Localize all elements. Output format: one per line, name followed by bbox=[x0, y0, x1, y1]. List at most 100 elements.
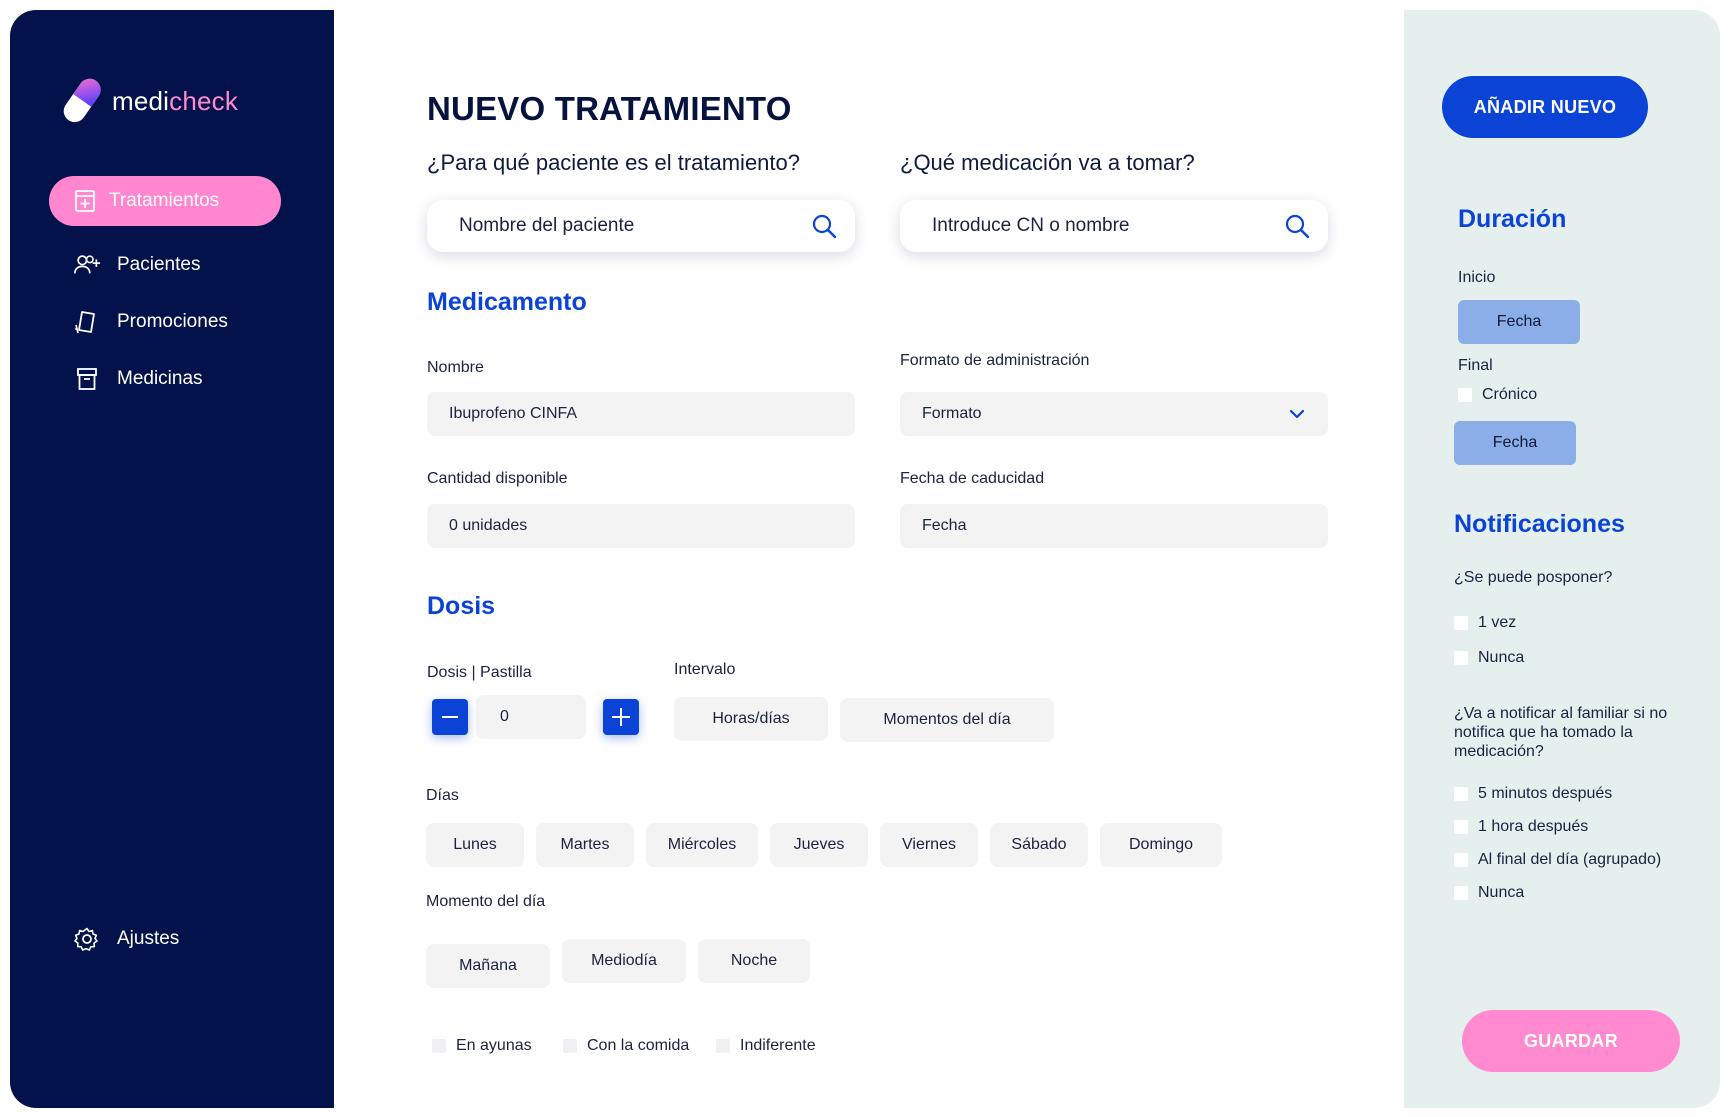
save-button[interactable]: GUARDAR bbox=[1462, 1010, 1680, 1072]
cronico-option[interactable]: Crónico bbox=[1458, 386, 1537, 404]
nombre-field[interactable]: Ibuprofeno CINFA bbox=[427, 392, 855, 436]
checkbox[interactable] bbox=[1454, 616, 1468, 630]
formato-value: Formato bbox=[922, 405, 982, 422]
medication-question: ¿Qué medicación va a tomar? bbox=[900, 150, 1195, 175]
intervalo-option-momentos[interactable]: Momentos del día bbox=[840, 698, 1054, 742]
comida-option-label: En ayunas bbox=[456, 1037, 532, 1054]
checkbox[interactable] bbox=[1454, 820, 1468, 834]
patient-question: ¿Para qué paciente es el tratamiento? bbox=[427, 150, 801, 175]
final-label: Final bbox=[1458, 357, 1493, 374]
increment-button[interactable] bbox=[603, 699, 639, 735]
archive-box-icon bbox=[73, 365, 101, 393]
sidebar-item-pacientes[interactable]: Pacientes bbox=[49, 240, 281, 290]
comida-option-label: Indiferente bbox=[740, 1037, 816, 1054]
familiar-option-final-dia[interactable]: Al final del día (agrupado) bbox=[1454, 851, 1661, 869]
checkbox[interactable] bbox=[1454, 886, 1468, 900]
sidebar-item-tratamientos[interactable]: Tratamientos bbox=[49, 176, 281, 226]
posponer-option-label: 1 vez bbox=[1478, 614, 1517, 631]
familiar-option-5-min[interactable]: 5 minutos después bbox=[1454, 785, 1612, 803]
familiar-option-nunca[interactable]: Nunca bbox=[1454, 884, 1524, 902]
inicio-label: Inicio bbox=[1458, 269, 1496, 286]
cronico-label: Crónico bbox=[1482, 386, 1538, 403]
sidebar-item-ajustes[interactable]: Ajustes bbox=[49, 914, 281, 964]
caducidad-field[interactable]: Fecha bbox=[900, 504, 1328, 548]
plus-icon bbox=[612, 708, 630, 726]
day-chip-domingo[interactable]: Domingo bbox=[1100, 823, 1222, 867]
caducidad-value: Fecha bbox=[922, 517, 967, 534]
posponer-option-1-vez[interactable]: 1 vez bbox=[1454, 614, 1516, 632]
search-icon[interactable] bbox=[1284, 213, 1310, 239]
notificaciones-title: Notificaciones bbox=[1454, 510, 1625, 538]
sidebar-item-label: Pacientes bbox=[117, 254, 201, 275]
right-panel: AÑADIR NUEVO Duración Inicio Fecha Final… bbox=[1404, 10, 1720, 1108]
cantidad-field[interactable]: 0 unidades bbox=[427, 504, 855, 548]
dosis-label: Dosis | Pastilla bbox=[427, 664, 532, 681]
comida-option-con-comida[interactable]: Con la comida bbox=[563, 1037, 689, 1055]
medication-search-input[interactable]: Introduce CN o nombre bbox=[900, 200, 1328, 252]
posponer-question: ¿Se puede posponer? bbox=[1454, 569, 1613, 586]
momento-chip-manana[interactable]: Mañana bbox=[426, 944, 550, 988]
brand-name: medicheck bbox=[112, 85, 239, 116]
day-chip-lunes[interactable]: Lunes bbox=[426, 823, 524, 867]
chevron-down-icon bbox=[1289, 409, 1305, 419]
cantidad-label: Cantidad disponible bbox=[427, 470, 568, 487]
comida-option-ayunas[interactable]: En ayunas bbox=[432, 1037, 532, 1055]
day-chip-jueves[interactable]: Jueves bbox=[770, 823, 868, 867]
nombre-value: Ibuprofeno CINFA bbox=[449, 405, 578, 422]
app-window: medicheck Tratamientos Pacientes Promoci… bbox=[10, 10, 1720, 1108]
posponer-option-label: Nunca bbox=[1478, 649, 1525, 666]
gear-icon bbox=[73, 925, 101, 953]
search-icon[interactable] bbox=[811, 213, 837, 239]
checkbox[interactable] bbox=[1458, 388, 1472, 402]
checkbox[interactable] bbox=[1454, 651, 1468, 665]
momento-chip-mediodia[interactable]: Mediodía bbox=[562, 939, 686, 983]
dosis-section-title: Dosis bbox=[427, 592, 496, 620]
checkbox[interactable] bbox=[563, 1039, 577, 1053]
day-chip-martes[interactable]: Martes bbox=[536, 823, 634, 867]
dias-label: Días bbox=[426, 787, 459, 804]
posponer-option-nunca[interactable]: Nunca bbox=[1454, 649, 1524, 667]
cantidad-value: 0 unidades bbox=[449, 517, 528, 534]
familiar-question: ¿Va a notificar al familiar si no notifi… bbox=[1454, 705, 1668, 760]
patient-search-placeholder: Nombre del paciente bbox=[459, 215, 635, 236]
day-chip-miercoles[interactable]: Miércoles bbox=[646, 823, 758, 867]
sidebar-item-label: Tratamientos bbox=[109, 190, 220, 211]
familiar-option-1-hora[interactable]: 1 hora después bbox=[1454, 818, 1588, 836]
final-date-button[interactable]: Fecha bbox=[1454, 421, 1576, 465]
inicio-date-button[interactable]: Fecha bbox=[1458, 300, 1580, 344]
comida-option-label: Con la comida bbox=[587, 1037, 690, 1054]
comida-option-indiferente[interactable]: Indiferente bbox=[716, 1037, 816, 1055]
dosis-quantity-input[interactable]: 0 bbox=[476, 695, 586, 739]
formato-select[interactable]: Formato bbox=[900, 392, 1328, 436]
familiar-option-label: 5 minutos después bbox=[1478, 785, 1613, 802]
decrement-button[interactable] bbox=[432, 699, 468, 735]
caducidad-label: Fecha de caducidad bbox=[900, 470, 1045, 487]
duracion-title: Duración bbox=[1458, 205, 1567, 233]
pill-logo-icon bbox=[63, 78, 101, 123]
momento-chip-noche[interactable]: Noche bbox=[698, 939, 810, 983]
main-content: NUEVO TRATAMIENTO ¿Para qué paciente es … bbox=[334, 10, 1404, 1108]
settings-label: Ajustes bbox=[117, 928, 180, 949]
sidebar-item-medicinas[interactable]: Medicinas bbox=[49, 354, 281, 404]
sidebar: medicheck Tratamientos Pacientes Promoci… bbox=[10, 10, 334, 1108]
promotions-icon bbox=[73, 308, 101, 336]
familiar-option-label: Al final del día (agrupado) bbox=[1478, 851, 1662, 868]
familiar-option-label: 1 hora después bbox=[1478, 818, 1589, 835]
minus-icon bbox=[442, 716, 458, 718]
sidebar-item-label: Promociones bbox=[117, 311, 228, 332]
add-user-icon bbox=[73, 251, 101, 279]
medication-search-placeholder: Introduce CN o nombre bbox=[932, 215, 1130, 236]
checkbox[interactable] bbox=[716, 1039, 730, 1053]
checkbox[interactable] bbox=[432, 1039, 446, 1053]
patient-search-input[interactable]: Nombre del paciente bbox=[427, 200, 855, 252]
intervalo-label: Intervalo bbox=[674, 661, 736, 678]
add-new-button[interactable]: AÑADIR NUEVO bbox=[1442, 76, 1648, 138]
day-chip-viernes[interactable]: Viernes bbox=[880, 823, 978, 867]
formato-label: Formato de administración bbox=[900, 352, 1090, 369]
sidebar-item-promociones[interactable]: Promociones bbox=[49, 297, 281, 347]
sidebar-item-label: Medicinas bbox=[117, 368, 203, 389]
checkbox[interactable] bbox=[1454, 853, 1468, 867]
day-chip-sabado[interactable]: Sábado bbox=[990, 823, 1088, 867]
intervalo-option-horas[interactable]: Horas/días bbox=[674, 697, 828, 741]
checkbox[interactable] bbox=[1454, 787, 1468, 801]
